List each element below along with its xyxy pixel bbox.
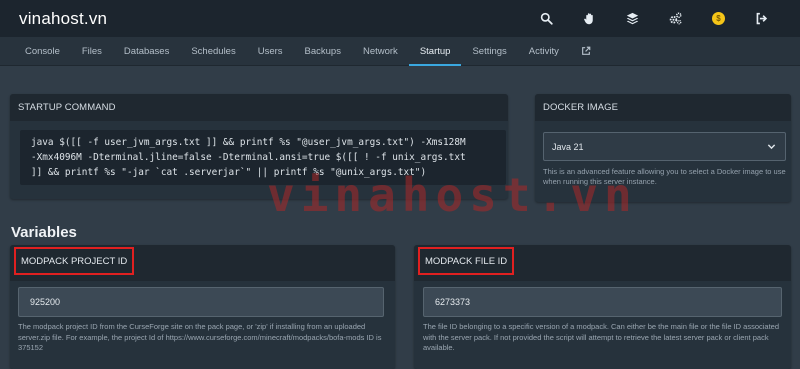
docker-image-select[interactable]: Java 21 bbox=[543, 132, 786, 161]
tab-files[interactable]: Files bbox=[71, 37, 113, 65]
tab-users[interactable]: Users bbox=[247, 37, 294, 65]
brand-logo-text[interactable]: vinahost.vn bbox=[19, 9, 107, 29]
tab-activity[interactable]: Activity bbox=[518, 37, 570, 65]
tab-network[interactable]: Network bbox=[352, 37, 409, 65]
docker-image-hint: This is an advanced feature allowing you… bbox=[543, 167, 786, 186]
coin-icon-button[interactable]: $ bbox=[697, 0, 740, 37]
modpack-project-id-description: The modpack project ID from the CurseFor… bbox=[18, 322, 382, 352]
startup-command-card: STARTUP COMMAND java $([[ -f user_jvm_ar… bbox=[10, 94, 508, 199]
cogs-icon[interactable] bbox=[654, 0, 697, 37]
top-bar: vinahost.vn $ bbox=[0, 0, 800, 37]
tab-databases[interactable]: Databases bbox=[113, 37, 180, 65]
layers-icon[interactable] bbox=[611, 0, 654, 37]
docker-image-card: DOCKER IMAGE Java 21 This is an advanced… bbox=[535, 94, 791, 202]
tab-schedules[interactable]: Schedules bbox=[180, 37, 246, 65]
variable-header: MODPACK FILE ID bbox=[414, 245, 791, 281]
external-link-icon[interactable] bbox=[570, 37, 602, 65]
tab-settings[interactable]: Settings bbox=[461, 37, 517, 65]
modpack-file-id-input[interactable]: 6273373 bbox=[423, 287, 782, 317]
server-nav: Console Files Databases Schedules Users … bbox=[0, 37, 800, 66]
modpack-file-id-description: The file ID belonging to a specific vers… bbox=[423, 322, 780, 352]
tab-backups[interactable]: Backups bbox=[294, 37, 352, 65]
top-icons: $ bbox=[525, 0, 783, 37]
tab-startup[interactable]: Startup bbox=[408, 37, 462, 66]
search-icon[interactable] bbox=[525, 0, 568, 37]
logout-icon[interactable] bbox=[740, 0, 783, 37]
variable-card-modpack-project-id: MODPACK PROJECT ID 925200 The modpack pr… bbox=[10, 245, 395, 369]
startup-command-text: java $([[ -f user_jvm_args.txt ]] && pri… bbox=[20, 130, 506, 185]
docker-image-title: DOCKER IMAGE bbox=[535, 94, 791, 121]
chevron-down-icon bbox=[767, 144, 776, 150]
variable-label-modpack-file-id: MODPACK FILE ID bbox=[418, 247, 515, 275]
coin-icon: $ bbox=[712, 12, 725, 25]
hand-icon[interactable] bbox=[568, 0, 611, 37]
variable-header: MODPACK PROJECT ID bbox=[10, 245, 395, 281]
docker-image-value: Java 21 bbox=[552, 141, 584, 152]
variable-label-modpack-project-id: MODPACK PROJECT ID bbox=[14, 247, 135, 275]
modpack-project-id-input[interactable]: 925200 bbox=[18, 287, 384, 317]
variable-card-modpack-file-id: MODPACK FILE ID 6273373 The file ID belo… bbox=[414, 245, 791, 369]
startup-command-title: STARTUP COMMAND bbox=[10, 94, 508, 121]
tab-console[interactable]: Console bbox=[14, 37, 71, 65]
variables-heading: Variables bbox=[11, 224, 77, 241]
